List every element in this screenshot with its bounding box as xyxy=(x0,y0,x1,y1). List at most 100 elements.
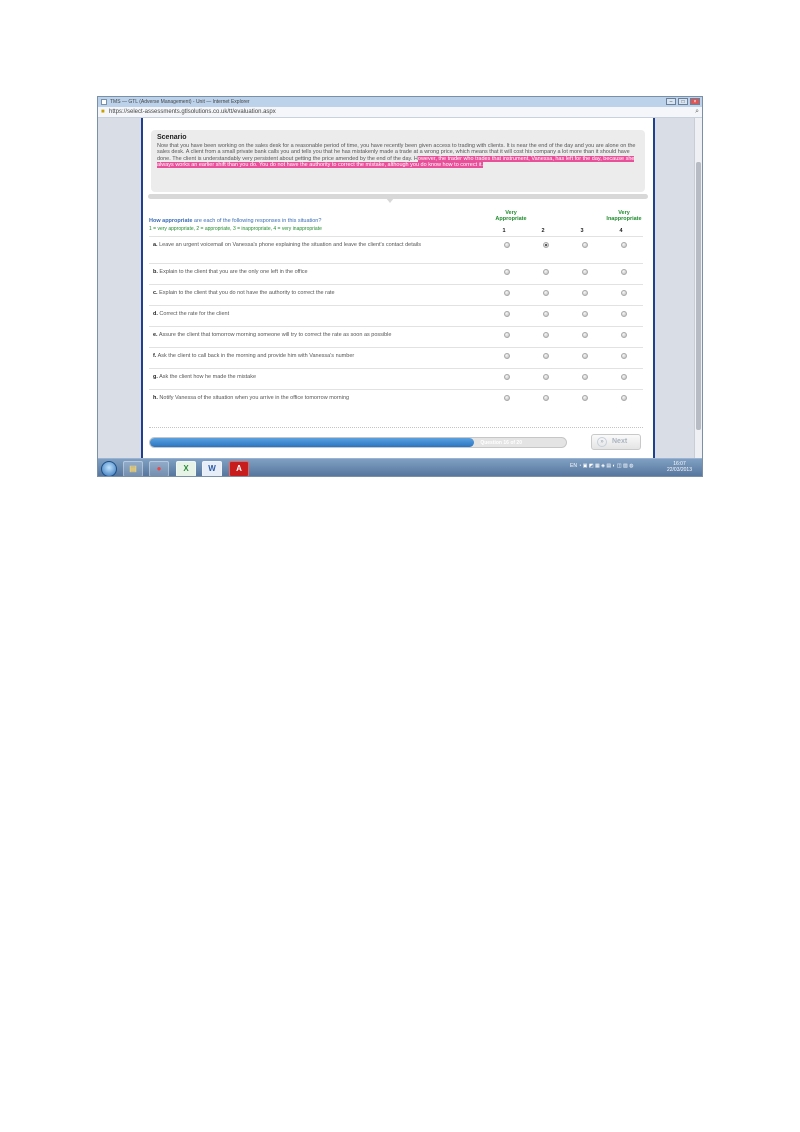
word-icon[interactable]: W xyxy=(202,461,222,476)
response-label: h. Notify Vanessa of the situation when … xyxy=(153,394,473,402)
response-row-f: f. Ask the client to call back in the mo… xyxy=(149,347,643,369)
response-label: d. Correct the rate for the client xyxy=(153,310,473,318)
response-letter: h. xyxy=(153,395,158,401)
question-suffix: are each of the following responses in t… xyxy=(192,218,322,224)
column-number-1: 1 xyxy=(502,228,506,234)
clock-date: 22/03/2013 xyxy=(666,467,692,473)
progress-fill xyxy=(150,438,475,447)
radio-option-4[interactable] xyxy=(621,290,627,296)
column-number-4: 4 xyxy=(619,228,623,234)
close-button[interactable]: × xyxy=(690,98,700,105)
next-button[interactable]: » Next xyxy=(591,434,641,450)
response-row-e: e. Assure the client that tomorrow morni… xyxy=(149,326,643,348)
scenario-text: Now that you have been working on the sa… xyxy=(157,143,639,169)
scrollbar-thumb[interactable] xyxy=(696,162,701,430)
clock[interactable]: 16:07 22/03/2013 xyxy=(667,461,692,473)
maximize-button[interactable]: □ xyxy=(678,98,688,105)
response-letter: a. xyxy=(153,242,158,248)
scenario-divider xyxy=(148,194,648,199)
radio-option-3[interactable] xyxy=(582,242,588,248)
response-label: c. Explain to the client that you do not… xyxy=(153,289,473,297)
arrow-right-icon: » xyxy=(597,437,607,447)
radio-option-4[interactable] xyxy=(621,395,627,401)
vertical-scrollbar[interactable] xyxy=(694,118,702,458)
acrobat-icon[interactable]: A xyxy=(229,461,249,476)
response-label: g. Ask the client how he made the mistak… xyxy=(153,373,473,381)
radio-option-2[interactable] xyxy=(543,353,549,359)
radio-option-2[interactable] xyxy=(543,332,549,338)
next-label: Next xyxy=(612,438,628,445)
search-icon[interactable]: ⌕ xyxy=(695,107,699,117)
response-label: a. Leave an urgent voicemail on Vanessa'… xyxy=(153,241,473,249)
progress-label: Question 16 of 20 xyxy=(480,440,522,446)
column-number-3: 3 xyxy=(580,228,584,234)
excel-icon[interactable]: X xyxy=(176,461,196,476)
response-text: Assure the client that tomorrow morning … xyxy=(158,332,392,338)
chrome-icon[interactable]: ● xyxy=(149,461,169,476)
scenario-box: Scenario Now that you have been working … xyxy=(151,130,645,192)
response-row-c: c. Explain to the client that you do not… xyxy=(149,284,643,306)
response-label: e. Assure the client that tomorrow morni… xyxy=(153,331,473,339)
radio-option-4[interactable] xyxy=(621,353,627,359)
radio-option-1[interactable] xyxy=(504,395,510,401)
language-indicator[interactable]: EN xyxy=(570,463,577,469)
response-letter: d. xyxy=(153,311,158,317)
response-row-g: g. Ask the client how he made the mistak… xyxy=(149,368,643,390)
radio-option-3[interactable] xyxy=(582,269,588,275)
progress-bar: Question 16 of 20 xyxy=(149,437,567,448)
response-row-b: b. Explain to the client that you are th… xyxy=(149,263,643,285)
radio-option-1[interactable] xyxy=(504,374,510,380)
dotted-divider xyxy=(149,427,643,428)
radio-option-4[interactable] xyxy=(621,374,627,380)
radio-option-4[interactable] xyxy=(621,269,627,275)
column-number-2: 2 xyxy=(541,228,545,234)
radio-option-1[interactable] xyxy=(504,269,510,275)
response-letter: e. xyxy=(153,332,158,338)
radio-option-2[interactable] xyxy=(543,374,549,380)
radio-option-1[interactable] xyxy=(504,242,510,248)
response-letter: f. xyxy=(153,353,157,359)
response-label: b. Explain to the client that you are th… xyxy=(153,268,473,276)
response-text: Leave an urgent voicemail on Vanessa's p… xyxy=(159,242,422,248)
scenario-notch xyxy=(386,198,394,203)
radio-option-1[interactable] xyxy=(504,332,510,338)
response-label: f. Ask the client to call back in the mo… xyxy=(153,352,473,360)
window-title: TMS — GTL (Adverse Management) - Unit — … xyxy=(110,99,250,105)
response-text: Correct the rate for the client xyxy=(159,311,230,317)
radio-option-4[interactable] xyxy=(621,242,627,248)
explorer-icon[interactable]: ▤ xyxy=(123,461,143,476)
radio-option-3[interactable] xyxy=(582,353,588,359)
radio-option-4[interactable] xyxy=(621,332,627,338)
address-bar[interactable]: ■ https://select-assessments.gtlsolution… xyxy=(98,107,702,118)
minimize-button[interactable]: – xyxy=(666,98,676,105)
radio-option-3[interactable] xyxy=(582,332,588,338)
radio-option-2[interactable] xyxy=(543,269,549,275)
radio-option-2[interactable] xyxy=(543,395,549,401)
radio-option-2[interactable] xyxy=(543,242,549,248)
radio-option-3[interactable] xyxy=(582,311,588,317)
column-header-very-inappropriate: Very Inappropriate xyxy=(606,210,642,222)
browser-icon xyxy=(101,99,107,105)
url-text[interactable]: https://select-assessments.gtlsolutions.… xyxy=(109,107,276,117)
question-text: How appropriate are each of the followin… xyxy=(149,218,321,224)
radio-option-2[interactable] xyxy=(543,311,549,317)
content-area: Scenario Now that you have been working … xyxy=(98,118,694,458)
radio-option-1[interactable] xyxy=(504,311,510,317)
lock-icon: ■ xyxy=(101,109,105,115)
response-letter: b. xyxy=(153,269,158,275)
assessment-page: Scenario Now that you have been working … xyxy=(141,118,655,458)
response-text: Notify Vanessa of the situation when you… xyxy=(159,395,350,401)
radio-option-1[interactable] xyxy=(504,290,510,296)
radio-option-3[interactable] xyxy=(582,290,588,296)
response-letter: g. xyxy=(153,374,158,380)
system-tray[interactable]: EN ◔ ▣ ◩ ▦ ◈ ▤ ◐ ◫ ▨ ◍ xyxy=(570,463,633,469)
start-button[interactable] xyxy=(101,461,117,476)
radio-option-3[interactable] xyxy=(582,374,588,380)
radio-option-4[interactable] xyxy=(621,311,627,317)
title-bar: TMS — GTL (Adverse Management) - Unit — … xyxy=(98,97,702,107)
radio-option-1[interactable] xyxy=(504,353,510,359)
radio-option-2[interactable] xyxy=(543,290,549,296)
response-letter: c. xyxy=(153,290,158,296)
radio-option-3[interactable] xyxy=(582,395,588,401)
screenshot-window: TMS — GTL (Adverse Management) - Unit — … xyxy=(97,96,703,477)
